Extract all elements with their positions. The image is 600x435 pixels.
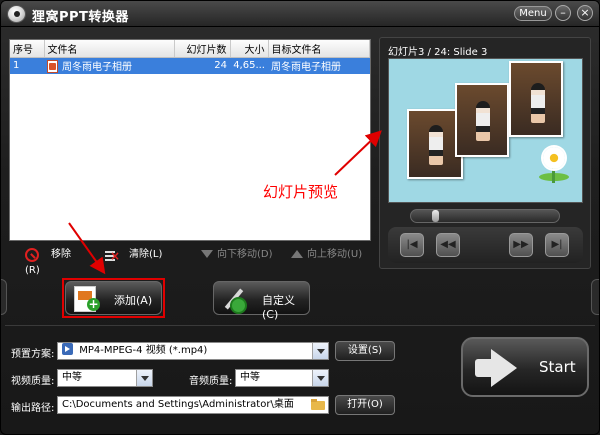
highlight-box [62, 278, 165, 318]
minimize-icon: – [560, 6, 566, 19]
output-path-value: C:\Documents and Settings\Administrator\… [62, 399, 294, 410]
move-down-button[interactable]: 向下移动(D) [201, 247, 279, 263]
list-action-bar: 移除(R) × 清除(L) 向下移动(D) 向上移动(U) [9, 244, 371, 276]
chevron-down-icon[interactable] [136, 370, 152, 386]
flower-stem [552, 167, 555, 183]
output-path-field[interactable]: C:\Documents and Settings\Administrator\… [57, 396, 329, 414]
start-button[interactable]: Start [461, 337, 589, 397]
slide-preview-image [388, 58, 583, 203]
open-button-label: 打开(O) [347, 399, 383, 410]
close-icon: × [580, 6, 590, 19]
cell-index: 1 [10, 57, 44, 74]
audio-quality-label: 音频质量: [189, 376, 233, 387]
settings-button[interactable]: 设置(S) [335, 341, 395, 361]
video-quality-label: 视频质量: [11, 376, 55, 387]
preview-annotation-text: 幻灯片预览 [263, 183, 339, 201]
next-slide-icon[interactable]: ▶▶ [509, 233, 533, 257]
start-arrow-icon [475, 349, 519, 387]
move-up-button[interactable]: 向上移动(U) [291, 247, 371, 263]
clear-button[interactable]: × 清除(L) [105, 247, 165, 263]
first-slide-icon[interactable]: |◀ [400, 233, 424, 257]
last-slide-icon[interactable]: ▶| [545, 233, 569, 257]
previous-slide-icon[interactable]: ◀◀ [436, 233, 460, 257]
chevron-down-icon[interactable] [312, 370, 328, 386]
clear-list-icon: × [105, 249, 120, 262]
output-path-label: 输出路径: [11, 403, 55, 414]
column-header-index[interactable]: 序号 [10, 40, 45, 58]
column-header-slides[interactable]: 幻灯片数 [174, 40, 231, 58]
cell-filename: 周冬雨电子相册 [44, 57, 174, 74]
app-title: 狸窝PPT转换器 [32, 10, 129, 25]
slider-thumb[interactable] [432, 210, 439, 222]
tools-icon [222, 287, 247, 314]
file-list-panel[interactable]: 序号 文件名 幻灯片数 大小 目标文件名 1 周冬雨电子相册 24 4,65..… [9, 39, 371, 241]
arrow-up-icon [291, 250, 303, 258]
start-button-label: Start [539, 358, 576, 376]
right-rail [591, 279, 599, 315]
preview-caption: 幻灯片3 / 24: Slide 3 [388, 47, 488, 58]
arrow-down-icon [201, 250, 213, 258]
customize-button-label: 自定义(C) [262, 294, 295, 321]
cell-size: 4,65... [230, 57, 268, 74]
preview-panel: 幻灯片3 / 24: Slide 3 |◀ ◀◀ ▶▶ ▶| [379, 37, 591, 269]
person-figure [531, 83, 545, 123]
person-figure [429, 125, 443, 165]
preset-select[interactable]: MP4-MPEG-4 视频 (*.mp4) [57, 342, 329, 360]
chevron-down-icon[interactable] [312, 343, 328, 359]
cell-target: 周冬雨电子相册 [268, 57, 370, 74]
cell-slides: 24 [174, 57, 230, 74]
playback-controls: |◀ ◀◀ ▶▶ ▶| [388, 227, 583, 263]
column-header-filename[interactable]: 文件名 [44, 40, 175, 58]
column-header-size[interactable]: 大小 [230, 40, 269, 58]
minimize-button[interactable]: – [555, 5, 571, 21]
left-rail [1, 279, 7, 315]
playback-slider[interactable] [410, 209, 560, 223]
remove-button[interactable]: 移除(R) [25, 247, 85, 276]
customize-button[interactable]: 自定义(C) [213, 281, 310, 321]
ppt-file-icon [47, 60, 58, 74]
remove-icon [25, 248, 39, 262]
video-quality-value: 中等 [62, 372, 82, 383]
settings-button-label: 设置(S) [347, 345, 383, 356]
file-table: 序号 文件名 幻灯片数 大小 目标文件名 1 周冬雨电子相册 24 4,65..… [10, 40, 370, 74]
preset-value: MP4-MPEG-4 视频 (*.mp4) [79, 345, 208, 356]
open-button[interactable]: 打开(O) [335, 395, 395, 415]
video-quality-select[interactable]: 中等 [57, 369, 153, 387]
column-header-target[interactable]: 目标文件名 [268, 40, 370, 58]
preset-label: 预置方案: [11, 349, 55, 360]
menu-label: Menu [519, 8, 547, 19]
menu-button[interactable]: Menu [514, 6, 552, 21]
close-button[interactable]: × [577, 5, 593, 21]
slide-photo [509, 61, 563, 137]
app-logo-icon [7, 5, 26, 23]
table-row[interactable]: 1 周冬雨电子相册 24 4,65... 周冬雨电子相册 [10, 57, 370, 74]
app-window: 狸窝PPT转换器 Menu – × 序号 文件名 幻灯片数 大小 目标文件名 1… [0, 0, 600, 435]
folder-icon[interactable] [310, 398, 326, 412]
mp4-video-icon [62, 343, 73, 355]
audio-quality-select[interactable]: 中等 [235, 369, 329, 387]
table-header-row: 序号 文件名 幻灯片数 大小 目标文件名 [10, 40, 370, 58]
daisy-icon [543, 147, 565, 169]
slide-photo [455, 83, 509, 157]
audio-quality-value: 中等 [240, 372, 260, 383]
cell-filename-text: 周冬雨电子相册 [62, 62, 132, 74]
title-bar[interactable]: 狸窝PPT转换器 Menu – × [1, 1, 599, 27]
person-figure [476, 101, 490, 141]
